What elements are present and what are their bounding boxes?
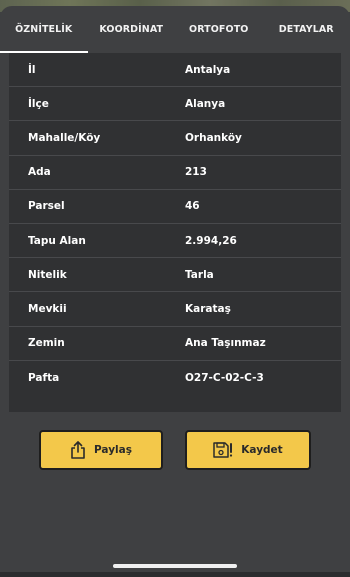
table-row: İl Antalya — [9, 53, 341, 88]
attribute-value: Tarla — [185, 268, 214, 281]
attribute-value: Karataş — [185, 302, 231, 315]
attribute-value: Ana Taşınmaz — [185, 337, 266, 350]
tab-ortofoto[interactable]: ORTOFOTO — [175, 6, 263, 53]
table-row: Ada 213 — [9, 156, 341, 190]
tab-bar: ÖZNİTELİK KOORDİNAT ORTOFOTO DETAYLAR — [0, 6, 350, 53]
attribute-key: Ada — [28, 166, 51, 179]
parcel-info-sheet: ÖZNİTELİK KOORDİNAT ORTOFOTO DETAYLAR İl… — [0, 6, 350, 577]
share-label: Paylaş — [94, 444, 132, 456]
attribute-key: Parsel — [28, 200, 65, 213]
attribute-key: Pafta — [28, 371, 60, 384]
attribute-key: Zemin — [28, 337, 65, 350]
attribute-key: Mevkii — [28, 302, 67, 315]
save-button[interactable]: Kaydet — [185, 430, 311, 470]
attribute-key: Nitelik — [28, 268, 67, 281]
attribute-value: O27-C-02-C-3 — [185, 371, 264, 384]
tab-oznitelik[interactable]: ÖZNİTELİK — [0, 6, 88, 53]
table-row: Parsel 46 — [9, 190, 341, 224]
bottom-bar — [0, 572, 350, 577]
home-indicator[interactable] — [113, 564, 237, 568]
attribute-key: İlçe — [28, 97, 49, 110]
table-row: Zemin Ana Taşınmaz — [9, 327, 341, 361]
attribute-value: Alanya — [185, 97, 226, 110]
attribute-key: İl — [28, 63, 36, 76]
table-row: Pafta O27-C-02-C-3 — [9, 361, 341, 395]
floppy-disk-icon — [213, 442, 233, 458]
share-button[interactable]: Paylaş — [39, 430, 163, 470]
table-row: Mevkii Karataş — [9, 292, 341, 327]
attribute-table: İl Antalya İlçe Alanya Mahalle/Köy Orhan… — [9, 53, 341, 412]
attribute-value: 46 — [185, 200, 200, 213]
table-row: Mahalle/Köy Orhanköy — [9, 121, 341, 156]
attribute-key: Tapu Alan — [28, 234, 86, 247]
attribute-value: 213 — [185, 166, 207, 179]
save-label: Kaydet — [241, 444, 283, 456]
attribute-key: Mahalle/Köy — [28, 131, 101, 144]
tab-koordinat[interactable]: KOORDİNAT — [88, 6, 176, 53]
table-row: Nitelik Tarla — [9, 258, 341, 293]
share-icon — [71, 441, 85, 459]
table-row: İlçe Alanya — [9, 87, 341, 122]
attribute-value: Orhanköy — [185, 131, 242, 144]
attribute-value: 2.994,26 — [185, 234, 237, 247]
tab-detaylar[interactable]: DETAYLAR — [263, 6, 350, 53]
attribute-value: Antalya — [185, 63, 231, 76]
table-row: Tapu Alan 2.994,26 — [9, 224, 341, 259]
